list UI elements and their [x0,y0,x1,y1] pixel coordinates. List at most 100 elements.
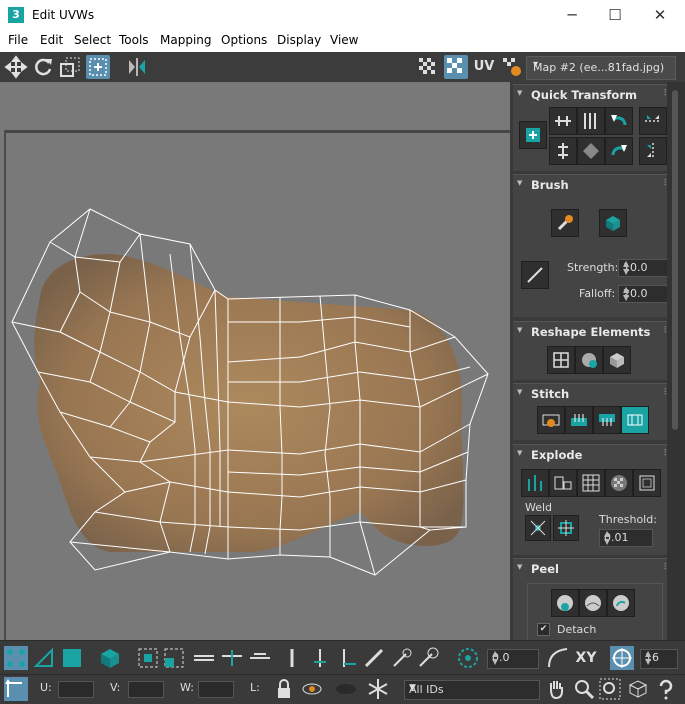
brush-title[interactable]: Brush [531,178,569,192]
uv-toggle[interactable]: UV [472,55,496,79]
flip-horizontal-icon[interactable] [639,107,667,135]
collapse-icon[interactable]: ▼ [517,179,522,187]
menu-mapping[interactable]: Mapping [160,33,212,47]
flip-vertical-icon[interactable] [639,137,667,165]
help-icon[interactable] [654,677,678,701]
spinner-arrows-icon[interactable]: ▲ ▼ [604,530,649,546]
threshold-spinner[interactable]: 0.01 ▲ ▼ [599,529,653,547]
menu-file[interactable]: File [8,33,28,47]
align-center-icon[interactable] [519,121,547,149]
explode-title[interactable]: Explode [531,448,582,462]
minimize-button[interactable]: ─ [562,5,582,25]
align-horizontal-icon[interactable] [549,107,577,135]
map-settings-icon[interactable] [500,55,524,79]
stitch-custom-icon[interactable] [537,406,565,434]
weld-selected-icon[interactable] [525,515,551,541]
ring-icon[interactable] [248,646,272,670]
shrink-selection-icon[interactable] [162,646,186,670]
paint-grow-icon[interactable] [416,646,440,670]
detach-checkbox[interactable]: ✔ [537,623,550,636]
collapse-icon[interactable]: ▼ [517,89,522,97]
menu-edit[interactable]: Edit [40,33,63,47]
stitch-to-source-icon[interactable] [565,406,593,434]
face-mode-icon[interactable] [60,646,84,670]
ring-grow-icon[interactable] [308,646,332,670]
snap-grid-icon[interactable] [610,646,634,670]
detach-edge-icon[interactable] [549,469,577,497]
zoom-region-icon[interactable] [598,677,622,701]
edge-mode-icon[interactable] [32,646,56,670]
vertex-mode-icon[interactable] [4,646,28,670]
count-spinner[interactable]: 16 ▲ ▼ [640,649,678,669]
maximize-button[interactable]: ☐ [605,5,625,25]
spinner-arrows-icon[interactable]: ▲ ▼ [645,650,674,666]
explode-grid-icon[interactable] [577,469,605,497]
pack-icon[interactable] [633,469,661,497]
spinner-arrows-icon[interactable]: ▲ ▼ [623,260,664,276]
element-mode-icon[interactable] [98,646,122,670]
scrollbar-thumb[interactable] [672,90,678,430]
falloff-curve-icon[interactable] [546,646,570,670]
collapse-icon[interactable]: ▼ [517,563,522,571]
edge-select-icon[interactable] [280,646,304,670]
spinner-arrows-icon[interactable]: ▲ ▼ [623,286,664,302]
ring-shrink-icon[interactable] [336,646,360,670]
scale-icon[interactable] [58,55,82,79]
flatten-icon[interactable] [605,469,633,497]
rotate-ccw-icon[interactable] [605,107,633,135]
brush-falloff-icon[interactable] [521,261,549,289]
v-field[interactable] [128,681,164,698]
falloff-spinner[interactable]: 20.0 ▲ ▼ [618,285,668,303]
hide-icon[interactable] [300,677,324,701]
lock-icon[interactable] [272,677,296,701]
stitch-to-average-icon[interactable] [593,406,621,434]
angle-spinner[interactable]: 0.0 ▲ ▼ [487,649,539,669]
panel-scrollbar[interactable] [667,82,685,640]
strength-spinner[interactable]: 10.0 ▲ ▼ [618,259,668,277]
relax-settings-icon[interactable] [603,346,631,374]
collapse-icon[interactable]: ▼ [517,388,522,396]
space-grid-icon[interactable] [577,137,605,165]
peel-title[interactable]: Peel [531,562,559,576]
checker-icon[interactable] [416,55,440,79]
eye-icon[interactable] [334,677,358,701]
stitch-title[interactable]: Stitch [531,387,569,401]
move-icon[interactable] [4,55,28,79]
freeform-icon[interactable] [86,55,110,79]
zoom-extents-icon[interactable] [626,677,650,701]
grow-selection-icon[interactable] [136,646,160,670]
rotate-icon[interactable] [31,55,55,79]
menu-options[interactable]: Options [221,33,267,47]
material-id-dropdown[interactable]: All IDs ▼ [404,680,540,700]
collapse-icon[interactable]: ▼ [517,449,522,457]
quick-peel-icon[interactable] [551,589,579,617]
menu-select[interactable]: Select [74,33,111,47]
texture-checker-icon[interactable] [444,55,468,79]
freeze-icon[interactable] [366,677,390,701]
paint-select-icon[interactable] [362,646,386,670]
peel-mode-icon[interactable] [579,589,607,617]
paint-shrink-icon[interactable] [390,646,414,670]
menu-tools[interactable]: Tools [119,33,149,47]
soft-selection-icon[interactable] [456,646,480,670]
pan-hand-icon[interactable] [544,677,568,701]
uv-mesh[interactable] [0,82,510,640]
break-icon[interactable] [521,469,549,497]
reset-peel-icon[interactable] [607,589,635,617]
uv-viewport[interactable] [0,82,510,640]
relax-icon[interactable] [575,346,603,374]
space-vertical-icon[interactable] [577,107,605,135]
loop-grow-icon[interactable] [220,646,244,670]
u-field[interactable] [58,681,94,698]
menu-display[interactable]: Display [277,33,321,47]
straighten-icon[interactable] [547,346,575,374]
stitch-to-target-icon[interactable] [621,406,649,434]
quick-transform-title[interactable]: Quick Transform [531,88,637,102]
map-select-dropdown[interactable]: Map #2 (ee...81fad.jpg) ▾ [526,56,676,80]
close-button[interactable]: ✕ [650,5,670,25]
paint-move-icon[interactable] [551,209,579,237]
menu-view[interactable]: View [330,33,358,47]
spinner-arrows-icon[interactable]: ▲ ▼ [492,650,535,666]
align-vertical-icon[interactable] [549,137,577,165]
loop-icon[interactable] [192,646,216,670]
